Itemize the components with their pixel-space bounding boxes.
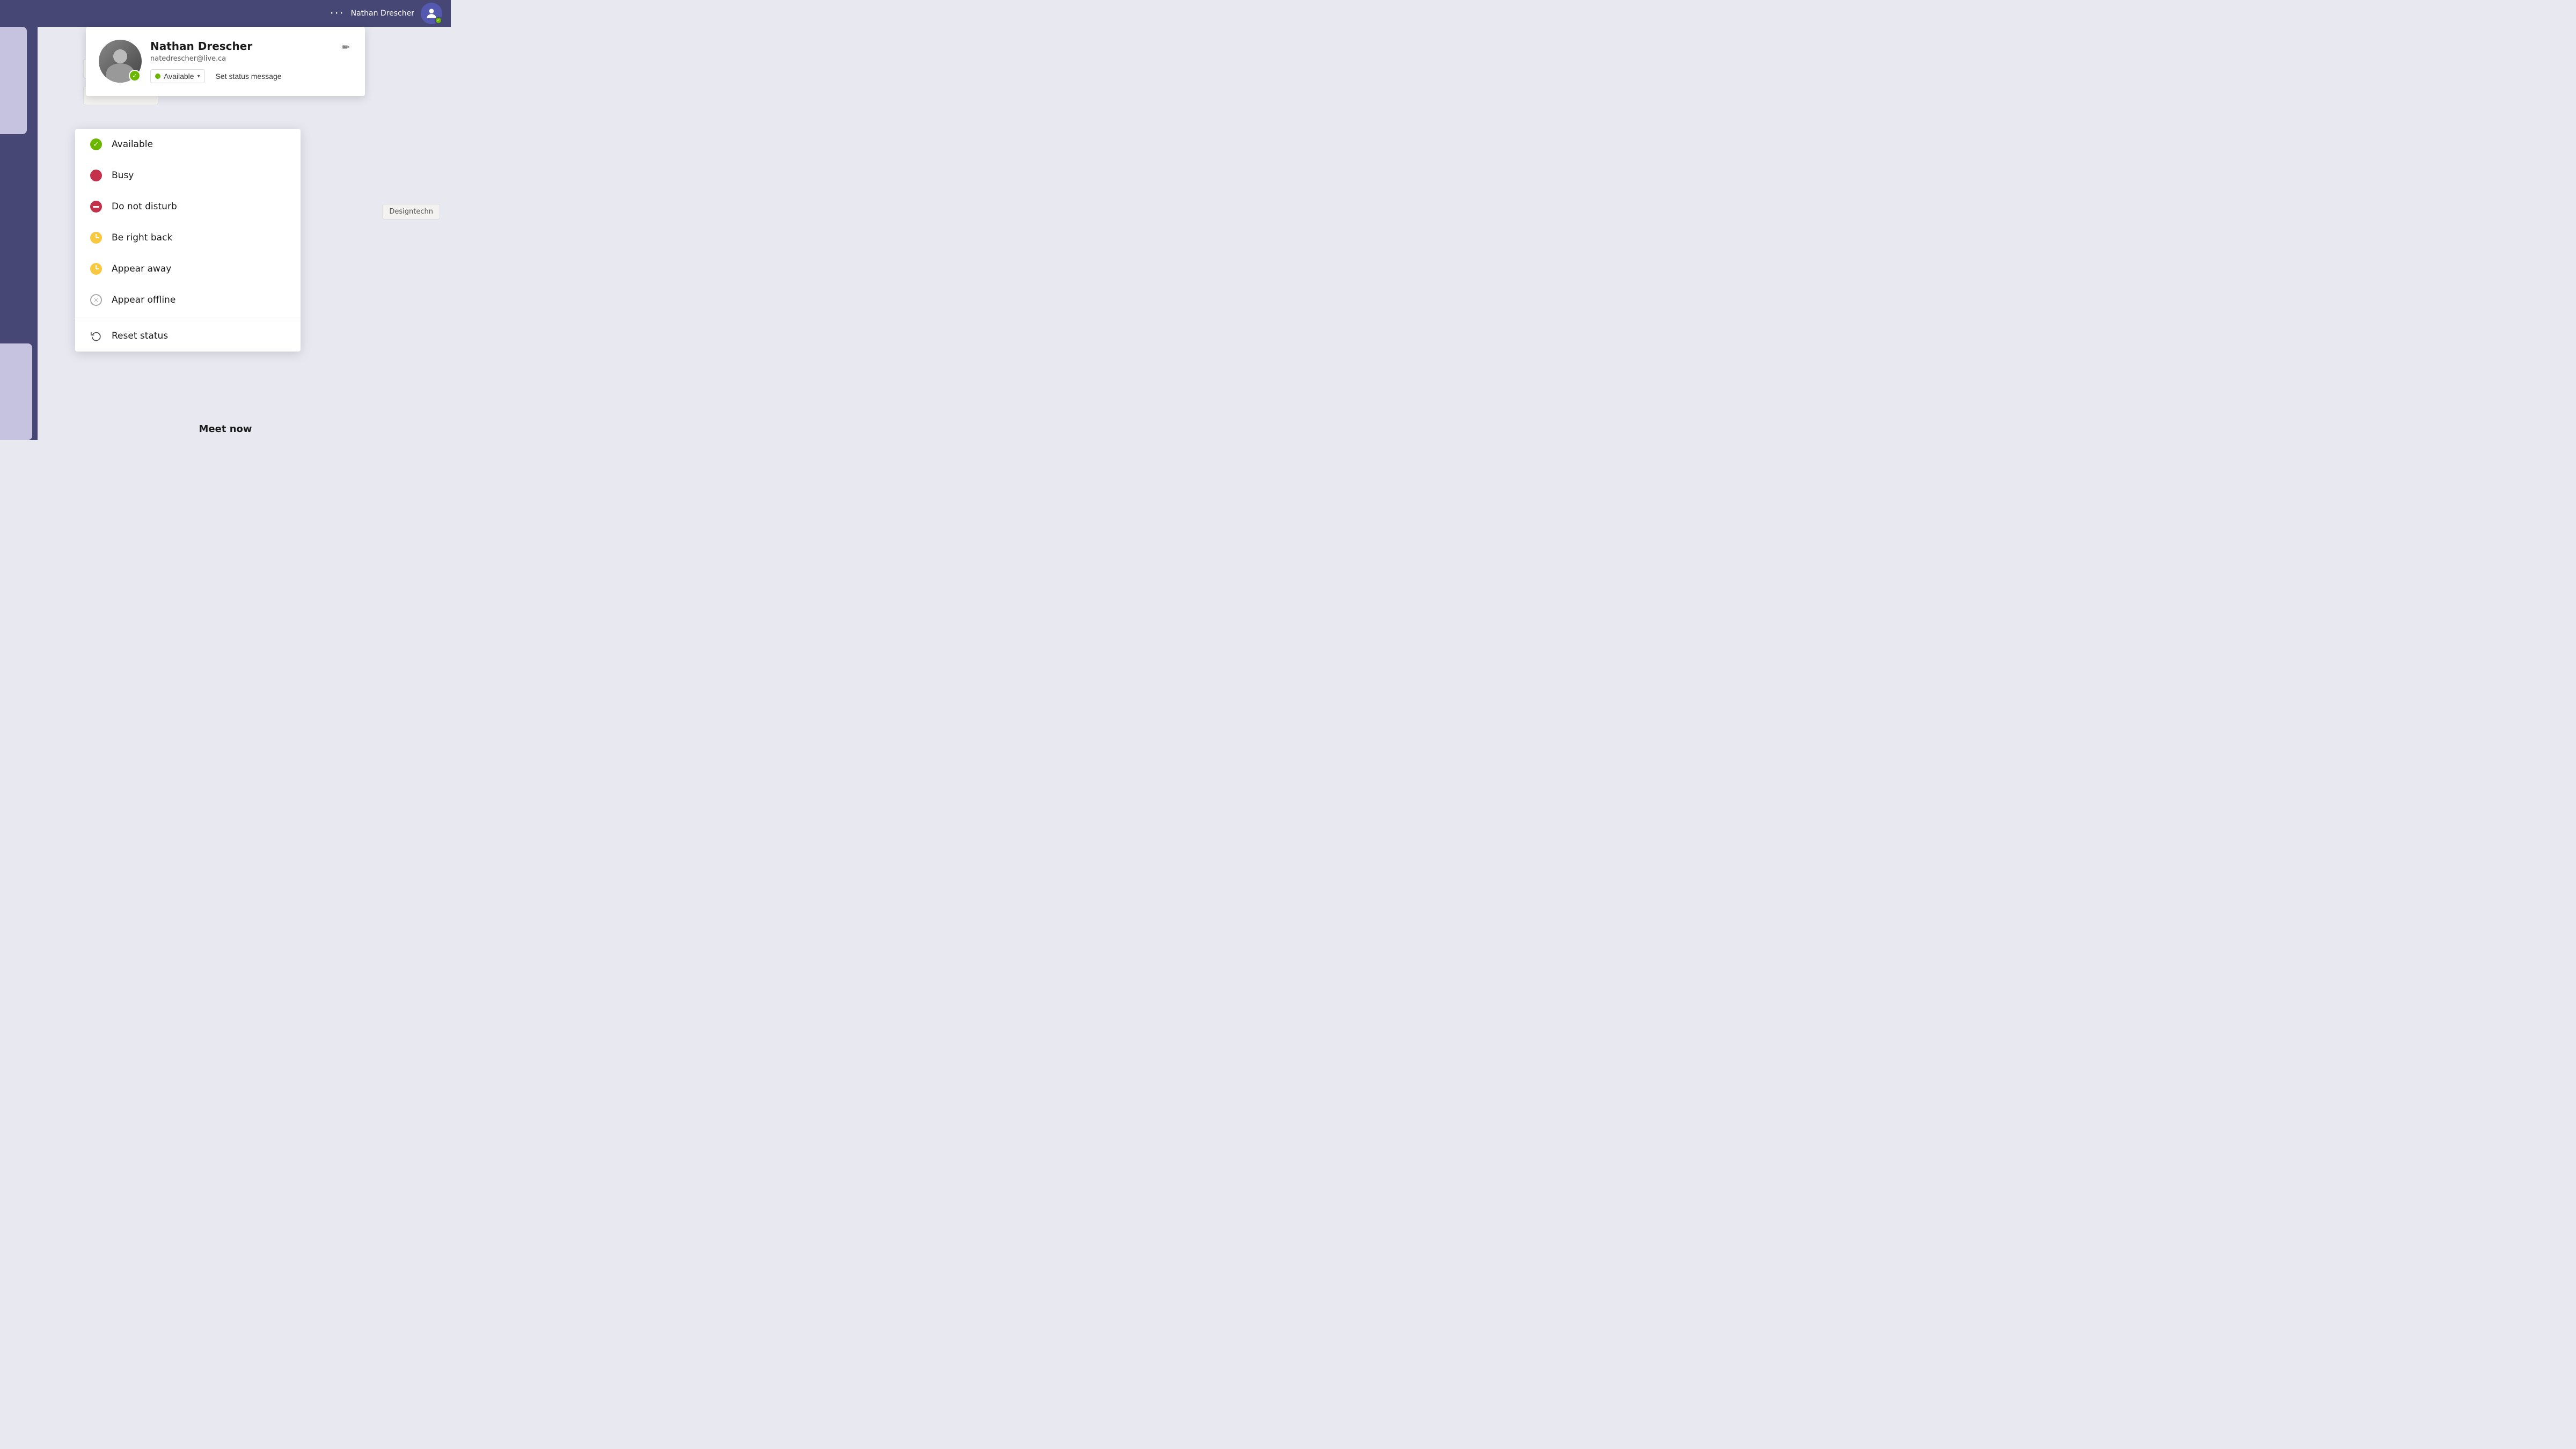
status-item-busy[interactable]: Busy: [75, 160, 301, 191]
meet-now-text: Meet now: [199, 423, 252, 435]
purple-accent-left: [0, 27, 27, 134]
set-status-message-button[interactable]: Set status message: [211, 70, 286, 83]
status-available-label: Available: [164, 72, 194, 80]
reset-status-item[interactable]: Reset status: [75, 320, 301, 352]
profile-avatar-wrap: [99, 40, 142, 83]
dnd-label: Do not disturb: [112, 201, 177, 212]
profile-name: Nathan Drescher: [150, 40, 331, 53]
available-icon: [90, 138, 102, 150]
available-label: Available: [112, 139, 153, 150]
purple-accent-bottom: [0, 343, 32, 440]
profile-status-badge-green: [129, 70, 141, 82]
header-username: Nathan Drescher: [351, 9, 414, 18]
appear-offline-label: Appear offline: [112, 295, 175, 305]
header-avatar[interactable]: [421, 3, 442, 24]
appear-offline-icon: [90, 294, 102, 306]
profile-info: Nathan Drescher natedrescher@live.ca Ava…: [150, 40, 331, 83]
busy-icon: [90, 170, 102, 181]
top-nav-bar: ··· Nathan Drescher: [0, 0, 451, 27]
status-item-dnd[interactable]: Do not disturb: [75, 191, 301, 222]
be-right-back-label: Be right back: [112, 232, 172, 243]
profile-status-row: Available ▾ Set status message: [150, 69, 331, 83]
status-dot-green: [155, 74, 160, 79]
profile-panel: Nathan Drescher natedrescher@live.ca Ava…: [86, 27, 365, 96]
status-item-appear-away[interactable]: Appear away: [75, 253, 301, 284]
appear-away-label: Appear away: [112, 264, 171, 274]
status-item-be-right-back[interactable]: Be right back: [75, 222, 301, 253]
status-item-available[interactable]: Available: [75, 129, 301, 160]
bg-tooltip: Designtechn: [382, 204, 440, 219]
profile-email: natedrescher@live.ca: [150, 55, 331, 63]
appear-away-icon: [90, 263, 102, 275]
edit-profile-button[interactable]: ✏: [340, 40, 352, 55]
profile-header: Nathan Drescher natedrescher@live.ca Ava…: [99, 40, 352, 83]
more-options-button[interactable]: ···: [330, 7, 345, 20]
busy-label: Busy: [112, 170, 134, 181]
avatar-status-badge: [435, 17, 442, 24]
reset-status-label: Reset status: [112, 331, 168, 341]
status-dropdown-menu: Available Busy Do not disturb Be right b…: [75, 129, 301, 352]
dnd-icon: [90, 201, 102, 213]
status-dropdown-button[interactable]: Available ▾: [150, 69, 205, 83]
be-right-back-icon: [90, 232, 102, 244]
chevron-down-icon: ▾: [197, 74, 200, 79]
status-item-appear-offline[interactable]: Appear offline: [75, 284, 301, 316]
reset-status-icon: [90, 330, 102, 342]
